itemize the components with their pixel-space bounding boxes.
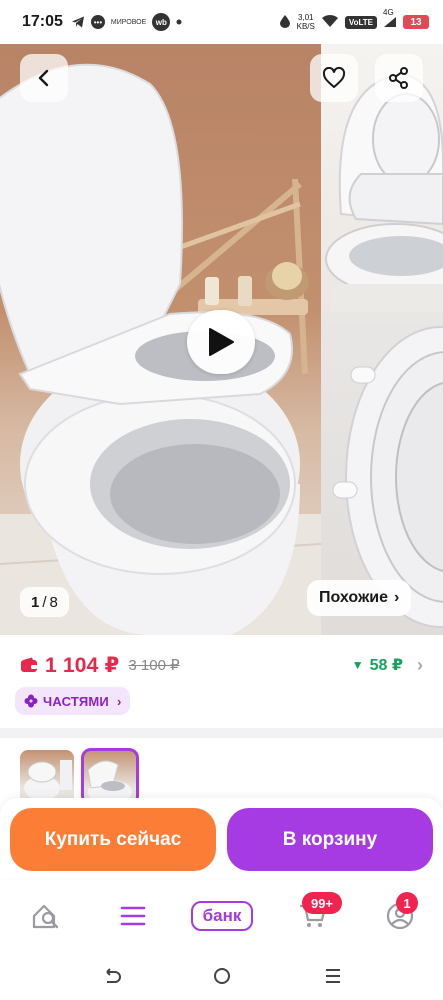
variant-thumbnails	[20, 748, 139, 806]
telegram-icon	[71, 15, 85, 29]
variant-thumbnail[interactable]	[20, 750, 74, 804]
buy-now-button[interactable]: Купить сейчас	[10, 808, 216, 871]
installments-label: ЧАСТЯМИ	[43, 693, 109, 709]
dot-icon	[176, 19, 182, 25]
counter-current: 1	[31, 593, 40, 611]
battery-icon: 13	[403, 15, 429, 29]
section-divider	[0, 728, 443, 738]
back-icon	[38, 69, 49, 87]
chevron-right-icon: ›	[417, 654, 423, 675]
system-navigation-bar	[0, 954, 443, 1000]
current-price: 1 104 ₽	[45, 653, 120, 677]
network-type: 4G	[383, 8, 394, 17]
share-icon	[389, 67, 408, 89]
signal-icon: 4G	[383, 8, 397, 28]
status-time: 17:05	[22, 13, 63, 30]
data-saver-icon	[279, 14, 291, 30]
chevron-right-icon: ›	[394, 589, 400, 606]
menu-icon	[120, 906, 146, 926]
product-photo-main[interactable]	[0, 44, 321, 635]
net-speed-unit: KB/S	[296, 22, 315, 31]
installments-badge[interactable]: ЧАСТЯМИ ›	[15, 687, 131, 715]
net-speed: 3,01 KB/S	[297, 13, 315, 31]
nav-home-icon[interactable]	[212, 966, 232, 986]
nav-back-icon[interactable]	[101, 966, 121, 986]
wb-app-icon: wb	[152, 13, 171, 31]
home-search-icon	[32, 904, 59, 929]
similar-label: Похожие	[319, 589, 389, 606]
status-bar: 17:05 ••• МИРОВОЕ wb 3,01 KB/S VoLTE 4G …	[0, 0, 443, 44]
action-bar: Купить сейчас В корзину	[0, 798, 443, 878]
price-row: 1 104 ₽ 3 100 ₽ ▼ 58 ₽ ›	[20, 652, 423, 678]
flower-icon	[24, 694, 38, 708]
chat-bubble-icon: •••	[90, 15, 105, 29]
add-to-cart-button[interactable]: В корзину	[227, 808, 433, 871]
heart-icon	[322, 67, 346, 88]
wallet-icon	[21, 657, 37, 672]
bottom-tab-bar: банк 99+ 1	[0, 880, 443, 954]
similar-button[interactable]: Похожие ›	[307, 580, 412, 616]
tab-home[interactable]	[28, 896, 64, 936]
back-button[interactable]	[20, 54, 68, 102]
old-price: 3 100 ₽	[128, 657, 180, 674]
status-right-group: 3,01 KB/S VoLTE 4G 13	[279, 8, 429, 31]
product-gallery[interactable]: 1 / 8 Похожие ›	[0, 44, 443, 635]
nav-recents-icon[interactable]	[323, 966, 343, 986]
counter-total: 8	[49, 593, 58, 611]
tab-bank[interactable]: банк	[190, 896, 254, 936]
cashback[interactable]: ▼ 58 ₽ ›	[352, 655, 423, 676]
cart-badge: 99+	[302, 892, 342, 914]
play-video-button[interactable]	[187, 310, 255, 374]
chevron-right-icon: ›	[116, 693, 122, 709]
volte-badge: VoLTE	[344, 15, 377, 29]
favorite-button[interactable]	[310, 54, 358, 102]
counter-separator: /	[42, 593, 47, 611]
bank-label: банк	[191, 901, 253, 931]
profile-badge: 1	[396, 892, 418, 914]
down-arrow-icon: ▼	[351, 658, 364, 672]
cashback-value: 58 ₽	[369, 657, 403, 674]
variant-thumbnail-selected[interactable]	[81, 748, 139, 806]
gallery-counter: 1 / 8	[20, 587, 69, 617]
notification-label-icon: МИРОВОЕ	[110, 18, 147, 26]
play-icon	[209, 328, 234, 356]
tab-catalog[interactable]	[117, 896, 149, 936]
wifi-icon	[321, 14, 339, 30]
share-button[interactable]	[375, 54, 423, 102]
net-speed-value: 3,01	[297, 13, 314, 22]
